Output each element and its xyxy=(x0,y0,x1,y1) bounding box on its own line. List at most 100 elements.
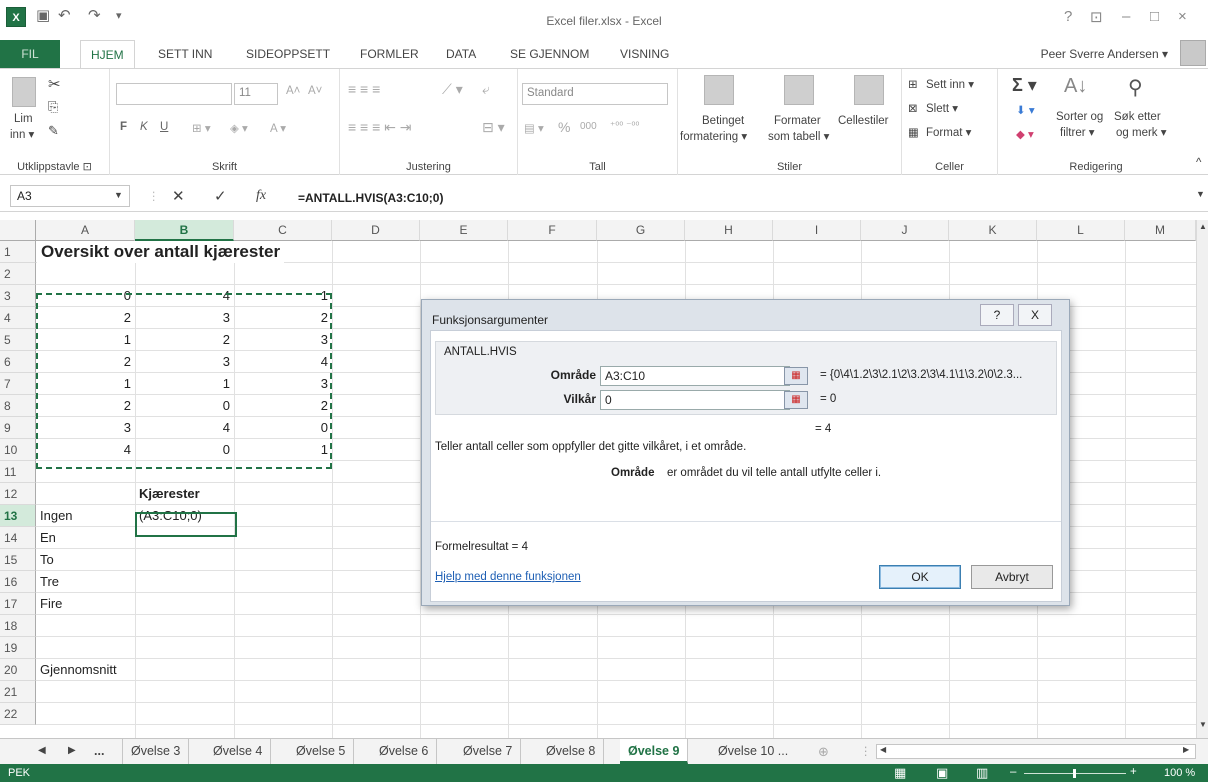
row-header[interactable]: 21 xyxy=(0,681,36,703)
tab-file[interactable]: FIL xyxy=(0,40,60,68)
normal-view-icon[interactable]: ▦ xyxy=(894,765,906,781)
find-select-button[interactable]: Søk etter xyxy=(1114,111,1161,123)
row-header[interactable]: 10 xyxy=(0,439,36,461)
align-left-icon[interactable]: ≡ ≡ ≡ ⇤ ⇥ xyxy=(348,119,412,136)
tab-data[interactable]: DATA xyxy=(446,47,476,61)
row-header[interactable]: 22 xyxy=(0,703,36,725)
number-format-combo[interactable]: Standard xyxy=(522,83,668,105)
cell-a20[interactable]: Gjennomsnitt xyxy=(36,659,121,681)
sort-filter-button[interactable]: Sorter og xyxy=(1056,111,1103,123)
cell-a14[interactable]: En xyxy=(36,527,60,549)
paste-icon[interactable] xyxy=(12,77,36,107)
row-header[interactable]: 20 xyxy=(0,659,36,681)
zoom-in-icon[interactable]: + xyxy=(1130,766,1137,778)
sort-filter-dropdown[interactable]: filtrer ▾ xyxy=(1060,125,1095,139)
format-cells-button[interactable]: Format ▾ xyxy=(926,125,971,139)
column-header[interactable]: E xyxy=(420,220,508,241)
vertical-scrollbar[interactable]: ▲ ▼ xyxy=(1196,220,1208,738)
fill-color-icon[interactable]: ◈ ▾ xyxy=(230,121,248,135)
paste-button[interactable]: Lim xyxy=(14,113,33,125)
cancel-entry-icon[interactable]: ✕ xyxy=(172,187,185,205)
ok-button[interactable]: OK xyxy=(879,565,961,589)
format-painter-icon[interactable]: ✎ xyxy=(48,123,59,139)
font-size-combo[interactable]: 11 xyxy=(234,83,278,105)
cut-icon[interactable]: ✂ xyxy=(48,75,61,93)
row-header[interactable]: 13 xyxy=(0,505,36,527)
bold-button[interactable]: F xyxy=(120,121,127,133)
font-name-combo[interactable] xyxy=(116,83,232,105)
column-header[interactable]: L xyxy=(1037,220,1125,241)
column-header[interactable]: D xyxy=(332,220,420,241)
row-header[interactable]: 7 xyxy=(0,373,36,395)
select-all-button[interactable] xyxy=(0,220,36,241)
sheet-tab[interactable]: Øvelse 4 xyxy=(205,739,272,764)
more-sheets-button[interactable]: ... xyxy=(86,739,112,764)
row-header[interactable]: 16 xyxy=(0,571,36,593)
tab-page-layout[interactable]: SIDEOPPSETT xyxy=(246,47,330,61)
column-header[interactable]: K xyxy=(949,220,1037,241)
paste-dropdown[interactable]: inn ▾ xyxy=(10,127,34,141)
help-icon[interactable]: ? xyxy=(1064,8,1072,25)
row-header[interactable]: 12 xyxy=(0,483,36,505)
avatar[interactable] xyxy=(1180,40,1206,66)
row-header[interactable]: 3 xyxy=(0,285,36,307)
row-header[interactable]: 2 xyxy=(0,263,36,285)
cell-a17[interactable]: Fire xyxy=(36,593,66,615)
cell-styles-icon[interactable] xyxy=(854,75,884,105)
formula-input[interactable]: =ANTALL.HVIS(A3:C10;0) xyxy=(298,191,443,205)
decimal-icon[interactable]: ⁺⁰⁰ ⁻⁰⁰ xyxy=(610,121,639,132)
conditional-formatting-button[interactable]: Betinget xyxy=(702,115,744,127)
row-header[interactable]: 5 xyxy=(0,329,36,351)
merge-center-icon[interactable]: ⊟ ▾ xyxy=(482,119,505,136)
sheet-tab-active[interactable]: Øvelse 9 xyxy=(620,739,689,764)
column-header[interactable]: M xyxy=(1125,220,1196,241)
zoom-out-icon[interactable]: – xyxy=(1010,766,1016,778)
thousands-button[interactable]: 000 xyxy=(580,121,597,132)
page-layout-view-icon[interactable]: ▣ xyxy=(936,765,948,781)
shrink-font-button[interactable]: A˅ xyxy=(308,85,322,97)
borders-icon[interactable]: ⊞ ▾ xyxy=(192,121,211,135)
row-header[interactable]: 17 xyxy=(0,593,36,615)
sheet-tab[interactable]: Øvelse 10 ... xyxy=(710,739,796,764)
orientation-icon[interactable]: ⟋ ▾ xyxy=(442,81,463,98)
column-header[interactable]: J xyxy=(861,220,949,241)
sort-filter-icon[interactable]: A↓ xyxy=(1064,75,1087,98)
scroll-left-icon[interactable]: ◀ xyxy=(880,745,886,754)
row-header[interactable]: 1 xyxy=(0,241,36,263)
row-header[interactable]: 18 xyxy=(0,615,36,637)
name-box-dropdown-icon[interactable]: ▼ xyxy=(114,190,123,200)
column-header[interactable]: F xyxy=(508,220,597,241)
ribbon-display-icon[interactable]: ⊡ xyxy=(1090,8,1103,26)
copy-icon[interactable]: ⎘ xyxy=(48,99,58,115)
criteria-collapse-icon[interactable]: ▦ xyxy=(784,391,808,409)
add-sheet-icon[interactable]: ⊕ xyxy=(818,744,829,760)
sheet-tab[interactable]: Øvelse 6 xyxy=(371,739,438,764)
find-select-icon[interactable]: ⚲ xyxy=(1128,75,1143,100)
cell-b12[interactable]: Kjærester xyxy=(135,483,204,505)
row-header[interactable]: 4 xyxy=(0,307,36,329)
column-header[interactable]: B xyxy=(135,220,234,241)
help-link[interactable]: Hjelp med denne funksjonen xyxy=(435,571,581,583)
clear-icon[interactable]: ◆ ▾ xyxy=(1016,127,1034,141)
percent-button[interactable]: % xyxy=(558,119,570,135)
conditional-formatting-dropdown[interactable]: formatering ▾ xyxy=(680,129,747,143)
row-header[interactable]: 6 xyxy=(0,351,36,373)
dialog-close-button[interactable]: X xyxy=(1018,304,1052,326)
zoom-level[interactable]: 100 % xyxy=(1164,767,1195,779)
tab-review[interactable]: SE GJENNOM xyxy=(510,47,589,61)
close-button[interactable]: × xyxy=(1178,8,1187,25)
row-header[interactable]: 11 xyxy=(0,461,36,483)
scroll-right-icon[interactable]: ▶ xyxy=(1183,745,1189,754)
cancel-button[interactable]: Avbryt xyxy=(971,565,1053,589)
next-sheet-icon[interactable]: ▶ xyxy=(68,745,76,756)
minimize-button[interactable]: – xyxy=(1122,8,1130,25)
column-header[interactable]: G xyxy=(597,220,685,241)
range-input[interactable]: A3:C10 xyxy=(600,366,790,386)
grow-font-button[interactable]: A˄ xyxy=(286,85,300,97)
sheet-title-cell[interactable]: Oversikt over antall kjærester xyxy=(37,241,285,263)
dialog-help-button[interactable]: ? xyxy=(980,304,1014,326)
sheet-tab[interactable]: Øvelse 7 xyxy=(455,739,522,764)
sheet-tab[interactable]: Øvelse 3 xyxy=(122,739,190,764)
tab-insert[interactable]: SETT INN xyxy=(158,47,212,61)
delete-cells-button[interactable]: Slett ▾ xyxy=(926,101,958,115)
